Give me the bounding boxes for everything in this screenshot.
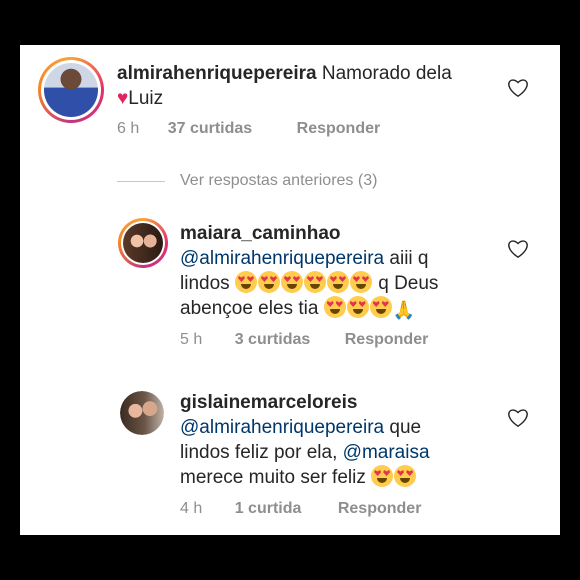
- likes-count[interactable]: 37 curtidas: [168, 120, 252, 138]
- comment-username[interactable]: almirahenriquepereira: [117, 63, 317, 84]
- praying-hands-emoji: 🙏: [392, 300, 416, 320]
- avatar[interactable]: [118, 218, 168, 268]
- view-replies-button[interactable]: Ver respostas anteriores (3): [180, 172, 377, 190]
- heart-eyes-emoji: [323, 296, 393, 319]
- comment-text: q Deus: [378, 273, 439, 294]
- heart-outline-icon[interactable]: [507, 408, 529, 428]
- comment-text: abençoe eles tia: [180, 298, 319, 319]
- heart-outline-icon[interactable]: [507, 78, 529, 98]
- heart-eyes-emoji: [234, 271, 373, 294]
- comment-time: 5 h: [180, 331, 203, 348]
- avatar[interactable]: [120, 391, 164, 435]
- reply-button[interactable]: Responder: [297, 120, 381, 138]
- comment-meta: 5 h 3 curtidas Responder: [180, 331, 428, 349]
- comment-text: lindos: [180, 273, 230, 294]
- mention-link[interactable]: @almirahenriquepereira: [180, 417, 384, 438]
- likes-count[interactable]: 3 curtidas: [235, 331, 311, 349]
- likes-count[interactable]: 1 curtida: [235, 500, 302, 518]
- comment-body: gislainemarceloreis @almirahenriqueperei…: [180, 390, 490, 490]
- heart-emoji: ♥: [117, 88, 129, 109]
- comment-text: merece muito ser feliz: [180, 467, 366, 488]
- reply-button[interactable]: Responder: [345, 331, 429, 349]
- heart-eyes-emoji: [371, 465, 417, 488]
- avatar[interactable]: [38, 57, 104, 123]
- comment-text: que: [389, 417, 422, 438]
- comment-text: Namorado dela: [321, 63, 452, 84]
- comments-panel: almirahenriquepereira Namorado dela ♥Lui…: [20, 45, 560, 535]
- comment-meta: 4 h 1 curtida Responder: [180, 500, 421, 518]
- comment-time: 4 h: [180, 500, 203, 517]
- comment-text: aiii q: [389, 248, 429, 269]
- comment-body: maiara_caminhao @almirahenriquepereira a…: [180, 221, 490, 323]
- comment-username[interactable]: gislainemarceloreis: [180, 392, 357, 413]
- mention-link[interactable]: @maraisa: [343, 442, 430, 463]
- comment-body: almirahenriquepereira Namorado dela ♥Lui…: [117, 61, 487, 111]
- comment-text: Luiz: [128, 88, 164, 109]
- mention-link[interactable]: @almirahenriquepereira: [180, 248, 384, 269]
- comment-text: lindos feliz por ela,: [180, 442, 338, 463]
- reply-button[interactable]: Responder: [338, 500, 422, 518]
- comment-meta: 6 h 37 curtidas Responder: [117, 120, 380, 138]
- heart-outline-icon[interactable]: [507, 239, 529, 259]
- comment-username[interactable]: maiara_caminhao: [180, 223, 341, 244]
- replies-divider: [117, 181, 165, 182]
- comment-time: 6 h: [117, 120, 140, 137]
